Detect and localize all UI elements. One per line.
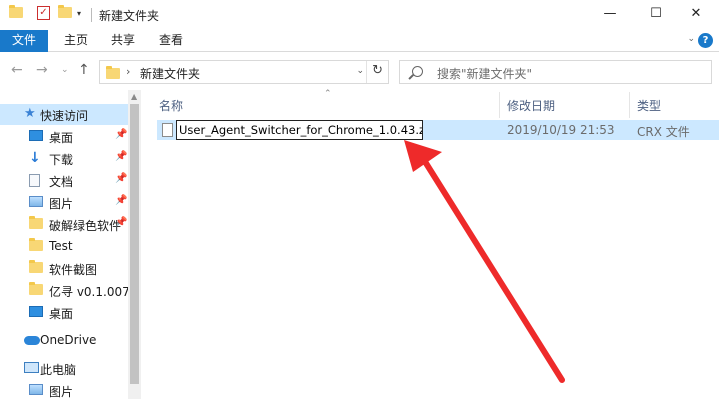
nav-item-desktop-2[interactable]: 桌面	[0, 302, 128, 323]
nav-item-label: 此电脑	[40, 363, 77, 377]
scrollbar-thumb[interactable]	[130, 104, 139, 384]
recent-locations-icon[interactable]: ⌄	[61, 65, 69, 75]
navigation-pane: ★ 快速访问 桌面 📌 ↓ 下载 📌 文档 📌 图片 📌 破解绿色软件 📌 Te…	[0, 90, 141, 399]
nav-item-desktop[interactable]: 桌面 📌	[0, 126, 128, 147]
nav-item-label: OneDrive	[40, 333, 97, 347]
minimize-button[interactable]: —	[587, 0, 633, 30]
column-header-name[interactable]: 名称	[159, 97, 183, 114]
download-icon: ↓	[29, 150, 41, 166]
search-icon	[412, 66, 423, 77]
nav-item-label: 软件截图	[49, 263, 98, 277]
nav-onedrive[interactable]: OneDrive	[0, 330, 128, 351]
nav-quick-access[interactable]: ★ 快速访问	[0, 104, 128, 125]
title-divider	[91, 8, 92, 22]
folder-icon	[106, 66, 120, 79]
tab-file[interactable]: 文件	[0, 30, 48, 52]
expand-ribbon-icon[interactable]: ⌄	[687, 34, 695, 44]
nav-scrollbar[interactable]: ▲	[128, 90, 141, 399]
nav-item-screenshots[interactable]: 软件截图	[0, 258, 128, 279]
forward-arrow-icon[interactable]: →	[36, 62, 48, 78]
nav-item-label: 图片	[49, 385, 74, 399]
address-divider	[366, 61, 367, 83]
column-header-modified[interactable]: 修改日期	[507, 97, 555, 114]
file-list: ⌃ 名称 修改日期 类型 User_Agent_Switcher_for_Chr…	[141, 89, 719, 399]
sort-ascending-icon: ⌃	[324, 89, 332, 99]
column-divider[interactable]	[499, 92, 500, 118]
pin-icon: 📌	[115, 217, 128, 228]
rename-input[interactable]: User_Agent_Switcher_for_Chrome_1.0.43.zi…	[176, 120, 423, 140]
nav-item-label: Test	[49, 239, 73, 253]
file-modified-date: 2019/10/19 21:53	[507, 123, 615, 137]
nav-item-label: 桌面	[49, 131, 74, 145]
nav-this-pc[interactable]: 此电脑	[0, 358, 128, 379]
nav-item-pc-pictures[interactable]: 图片	[0, 380, 128, 399]
pin-icon: 📌	[115, 195, 128, 206]
scroll-up-icon[interactable]: ▲	[131, 92, 137, 101]
column-divider[interactable]	[629, 92, 630, 118]
help-icon[interactable]: ?	[698, 33, 713, 48]
nav-item-label: 桌面	[49, 307, 74, 321]
folder-icon[interactable]	[9, 5, 23, 18]
back-arrow-icon[interactable]: ←	[11, 62, 23, 78]
file-row[interactable]: User_Agent_Switcher_for_Chrome_1.0.43.zi…	[157, 120, 719, 140]
window-title: 新建文件夹	[99, 9, 160, 23]
pictures-icon	[29, 196, 43, 207]
chevron-right-icon[interactable]: ›	[126, 65, 130, 78]
nav-item-label: 图片	[49, 197, 74, 211]
column-header-type[interactable]: 类型	[637, 97, 661, 114]
folder-icon	[29, 282, 43, 295]
nav-item-pictures[interactable]: 图片 📌	[0, 192, 128, 213]
ribbon-tabs: 文件 主页 共享 查看 ⌄ ?	[0, 30, 719, 52]
refresh-icon[interactable]: ↻	[372, 63, 383, 78]
search-placeholder[interactable]: 搜索"新建文件夹"	[437, 65, 532, 82]
tab-share[interactable]: 共享	[111, 30, 135, 52]
tab-view[interactable]: 查看	[159, 30, 183, 52]
address-bar[interactable]: › 新建文件夹 ⌄ ↻	[99, 60, 389, 84]
desktop-icon	[29, 130, 43, 141]
address-dropdown-icon[interactable]: ⌄	[356, 66, 364, 76]
file-icon	[162, 123, 173, 137]
pin-icon: 📌	[115, 129, 128, 140]
nav-item-downloads[interactable]: ↓ 下载 📌	[0, 148, 128, 169]
nav-item-test[interactable]: Test	[0, 236, 128, 257]
nav-item-label: 亿寻 v0.1.0070	[49, 285, 138, 299]
properties-check-icon[interactable]: ✓	[37, 6, 50, 20]
up-arrow-icon[interactable]: ↑	[78, 62, 90, 78]
address-row: ← → ⌄ ↑ › 新建文件夹 ⌄ ↻ 搜索"新建文件夹"	[0, 52, 719, 90]
pin-icon: 📌	[115, 151, 128, 162]
quick-access-dropdown-icon[interactable]: ▾	[77, 9, 81, 18]
file-type: CRX 文件	[637, 125, 690, 139]
pictures-icon	[29, 384, 43, 395]
address-path[interactable]: 新建文件夹	[140, 65, 200, 82]
nav-item-documents[interactable]: 文档 📌	[0, 170, 128, 191]
star-icon: ★	[24, 106, 36, 121]
pin-icon: 📌	[115, 173, 128, 184]
computer-icon	[24, 362, 39, 373]
title-bar: ✓ ▾ 新建文件夹 — ☐ ✕	[0, 0, 719, 30]
folder-icon	[29, 216, 43, 229]
nav-item-label: 下载	[49, 153, 74, 167]
nav-item-label: 快速访问	[40, 109, 89, 123]
nav-item-yixun[interactable]: 亿寻 v0.1.0070	[0, 280, 137, 301]
tab-home[interactable]: 主页	[64, 30, 88, 52]
folder-icon	[29, 260, 43, 273]
desktop-icon	[29, 306, 43, 317]
close-button[interactable]: ✕	[673, 0, 719, 30]
folder-icon	[29, 238, 43, 251]
document-icon	[29, 174, 40, 187]
new-folder-icon[interactable]	[58, 5, 72, 18]
nav-item-label: 破解绿色软件	[49, 219, 122, 233]
search-box[interactable]: 搜索"新建文件夹"	[399, 60, 712, 84]
nav-item-cracked-software[interactable]: 破解绿色软件 📌	[0, 214, 128, 235]
nav-item-label: 文档	[49, 175, 74, 189]
cloud-icon	[24, 336, 40, 345]
